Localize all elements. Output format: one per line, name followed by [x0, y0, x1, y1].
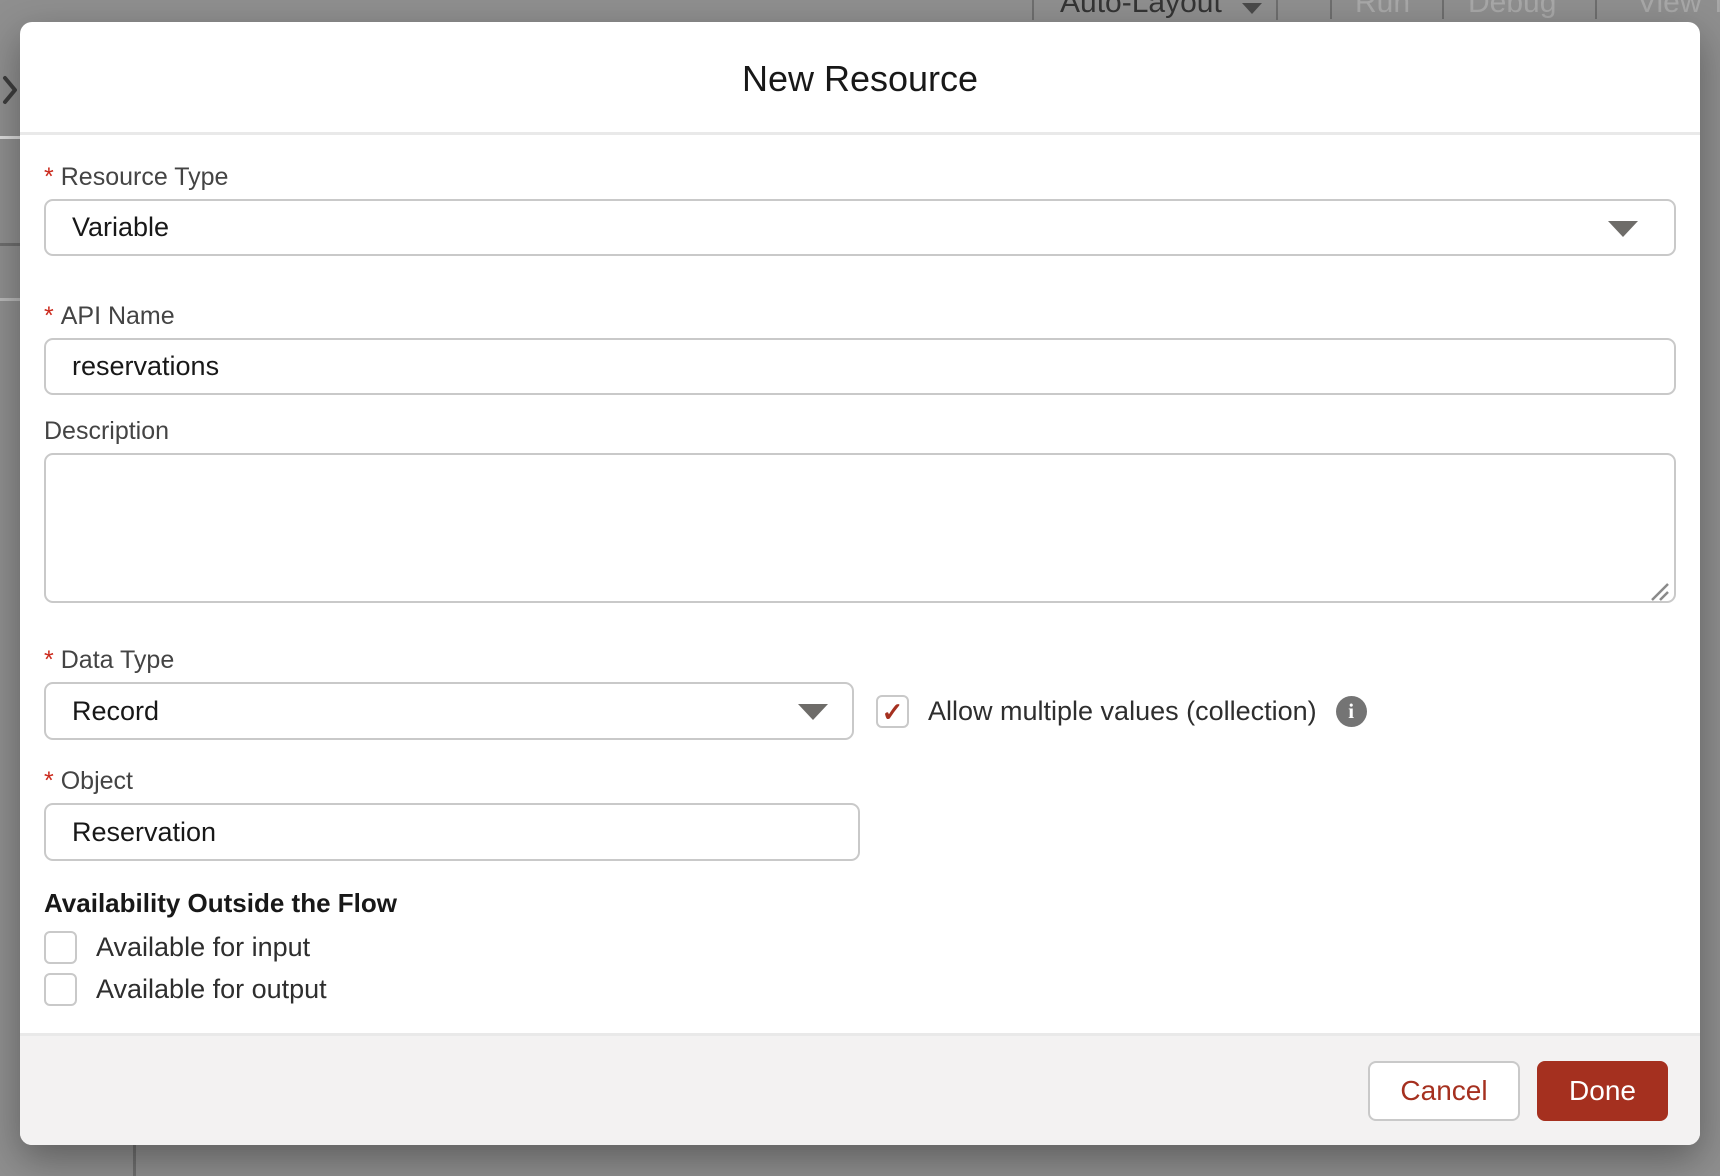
- required-asterisk: *: [44, 302, 54, 330]
- available-for-input-checkbox[interactable]: [44, 931, 77, 964]
- info-icon[interactable]: i: [1336, 696, 1367, 727]
- description-label: Description: [44, 417, 1676, 445]
- data-type-field: * Data Type Record: [44, 646, 854, 740]
- resource-type-label: * Resource Type: [44, 163, 1676, 191]
- modal-title: New Resource: [20, 22, 1700, 100]
- new-resource-modal: New Resource * Resource Type Variable * …: [20, 22, 1700, 1145]
- debug-button[interactable]: Debug: [1468, 0, 1556, 20]
- done-button[interactable]: Done: [1537, 1061, 1668, 1121]
- modal-footer: Cancel Done: [20, 1033, 1700, 1145]
- available-for-input-label: Available for input: [96, 932, 310, 963]
- toolbar-divider: [1330, 0, 1332, 19]
- availability-heading: Availability Outside the Flow: [44, 888, 1676, 919]
- available-for-input-row: Available for input: [44, 931, 1676, 964]
- background-panel-edge: [0, 298, 20, 301]
- available-for-output-row: Available for output: [44, 973, 1676, 1006]
- required-asterisk: *: [44, 646, 54, 674]
- panel-toggle-chevron-right-icon[interactable]: [0, 70, 20, 110]
- resource-type-value: Variable: [46, 212, 169, 243]
- object-label: * Object: [44, 767, 1676, 795]
- background-panel-edge: [0, 136, 20, 139]
- chevron-down-icon: [1608, 221, 1638, 237]
- cancel-button[interactable]: Cancel: [1368, 1061, 1520, 1121]
- object-field: * Object: [44, 767, 1676, 861]
- background-panel-edge: [133, 1145, 136, 1176]
- required-asterisk: *: [44, 767, 54, 795]
- toolbar-divider: [1595, 0, 1597, 19]
- api-name-field: * API Name: [44, 302, 1676, 395]
- background-panel-edge: [0, 243, 20, 246]
- object-input[interactable]: [44, 803, 860, 861]
- api-name-input[interactable]: [44, 338, 1676, 395]
- allow-multiple-label: Allow multiple values (collection): [928, 696, 1317, 727]
- data-type-value: Record: [46, 696, 159, 727]
- view-tests-button[interactable]: View Te: [1637, 0, 1720, 20]
- checkmark-icon: ✓: [882, 699, 904, 725]
- api-name-label: * API Name: [44, 302, 1676, 330]
- allow-multiple-cluster: ✓ Allow multiple values (collection) i: [876, 695, 1367, 728]
- description-textarea[interactable]: [44, 453, 1676, 603]
- resource-type-field: * Resource Type Variable: [44, 163, 1676, 256]
- resource-type-select[interactable]: Variable: [44, 199, 1676, 256]
- auto-layout-label: Auto-Layout: [1060, 0, 1222, 20]
- allow-multiple-checkbox[interactable]: ✓: [876, 695, 909, 728]
- data-type-select[interactable]: Record: [44, 682, 854, 740]
- data-type-row: * Data Type Record ✓ Allow multiple valu…: [44, 646, 1676, 740]
- chevron-down-icon: [798, 704, 828, 720]
- background-toolbar: Auto-Layout Run Debug View Te: [0, 0, 1720, 22]
- chevron-down-icon: [1242, 3, 1262, 14]
- description-field: Description: [44, 417, 1676, 608]
- run-button[interactable]: Run: [1355, 0, 1410, 20]
- modal-header: New Resource: [20, 22, 1700, 135]
- toolbar-divider: [1442, 0, 1444, 19]
- auto-layout-button[interactable]: Auto-Layout: [1032, 0, 1278, 20]
- resize-handle-icon[interactable]: [1648, 580, 1670, 602]
- data-type-label: * Data Type: [44, 646, 854, 674]
- available-for-output-label: Available for output: [96, 974, 327, 1005]
- available-for-output-checkbox[interactable]: [44, 973, 77, 1006]
- required-asterisk: *: [44, 163, 54, 191]
- modal-body: * Resource Type Variable * API Name Desc…: [20, 163, 1700, 1006]
